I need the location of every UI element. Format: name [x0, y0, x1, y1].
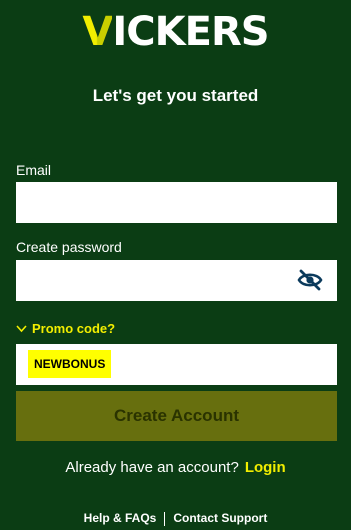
login-prompt: Already have an account? Login: [0, 459, 351, 476]
promo-code-field[interactable]: NEWBONUS: [16, 344, 337, 385]
help-faqs-link[interactable]: Help & FAQs: [84, 511, 157, 525]
contact-support-link[interactable]: Contact Support: [173, 511, 267, 525]
promo-code-value: NEWBONUS: [28, 350, 112, 378]
footer-divider: [164, 511, 166, 526]
login-link[interactable]: Login: [245, 459, 286, 476]
promo-code-toggle[interactable]: Promo code?: [16, 321, 115, 336]
page-title: Let's get you started: [92, 86, 259, 105]
email-field[interactable]: [16, 182, 337, 223]
vickers-logo: VICKERS: [0, 10, 351, 54]
logo-v: V: [82, 9, 113, 55]
logo-text: ICKERS: [112, 9, 269, 55]
login-prompt-text: Already have an account?: [65, 459, 239, 476]
create-account-button[interactable]: Create Account: [16, 391, 337, 441]
password-label: Create password: [16, 239, 122, 255]
promo-code-label: Promo code?: [32, 321, 116, 336]
eye-slash-icon[interactable]: [297, 268, 323, 292]
footer: Help & FAQs Contact Support: [0, 511, 351, 526]
email-label: Email: [16, 162, 52, 178]
chevron-down-icon: [16, 324, 27, 332]
password-field[interactable]: [16, 260, 337, 301]
